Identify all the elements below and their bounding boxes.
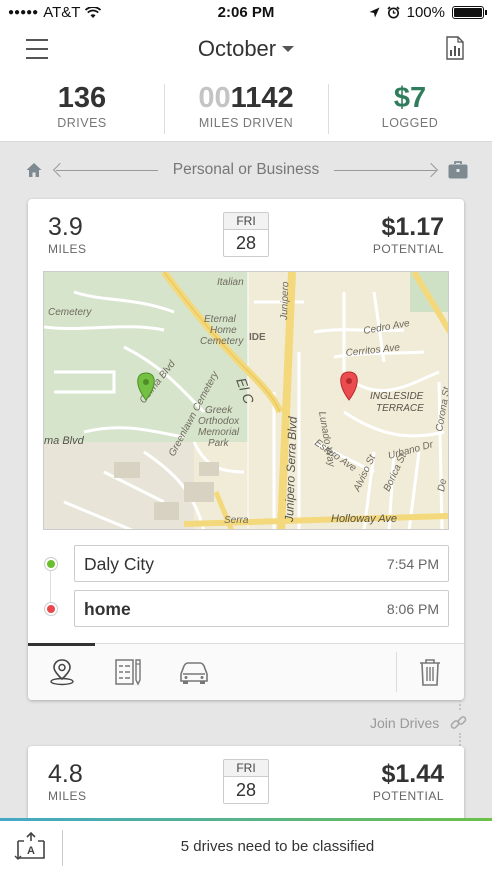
home-icon <box>26 163 42 177</box>
drive-weekday: FRI <box>224 760 268 777</box>
drive-potential-label: POTENTIAL <box>372 789 444 803</box>
map-label: De <box>436 478 449 493</box>
briefcase-icon <box>448 161 468 179</box>
start-time: 7:54 PM <box>386 556 439 572</box>
end-dot-icon <box>45 603 57 615</box>
map-label: Italian <box>217 277 244 288</box>
arrow-left-line <box>56 170 158 171</box>
logged-label: LOGGED <box>381 116 439 130</box>
drive-potential-label: POTENTIAL <box>372 242 444 256</box>
map-label: Cemetery <box>48 307 92 318</box>
battery-icon <box>452 6 487 19</box>
classify-banner[interactable]: A 5 drives need to be classified <box>0 818 492 875</box>
drive-miles-unit: MILES <box>48 242 87 256</box>
drives-stat[interactable]: 136 DRIVES <box>0 72 164 141</box>
svg-text:A: A <box>27 845 35 857</box>
arrow-left-head <box>52 162 68 178</box>
month-label: October <box>197 36 277 61</box>
map-label: Park <box>208 438 230 449</box>
drive-potential: $1.17 POTENTIAL <box>373 213 444 256</box>
drive-date: FRI 28 <box>223 212 269 257</box>
car-icon[interactable] <box>178 658 210 686</box>
miles-stat[interactable]: 001142 MILES DRIVEN <box>164 72 328 141</box>
map-label: Junipero <box>279 281 291 321</box>
report-icon[interactable] <box>446 36 464 60</box>
trash-icon[interactable] <box>414 658 446 686</box>
drive-potential: $1.44 POTENTIAL <box>373 760 444 803</box>
drive-day-number: 28 <box>235 780 257 800</box>
miles-count-value: 1142 <box>230 82 294 114</box>
start-location-name: Daly City <box>84 554 155 574</box>
miles-count-leading: 00 <box>198 82 231 114</box>
join-drives-link[interactable]: Join Drives <box>370 715 439 731</box>
drive-miles-unit: MILES <box>48 789 87 803</box>
drive-card[interactable]: 3.9 MILES FRI 28 $1.17 POTENTIAL Cemeter… <box>28 199 464 700</box>
drive-weekday: FRI <box>224 213 268 230</box>
notes-icon[interactable] <box>112 658 144 686</box>
banner-accent-line <box>0 818 492 821</box>
route-map[interactable]: Cemetery Italian Eternal Home Cemetery C… <box>43 271 449 530</box>
drive-miles: 3.9 MILES <box>48 213 87 256</box>
drive-date: FRI 28 <box>223 759 269 804</box>
map-label: Eternal <box>204 314 236 325</box>
map-label: Serra <box>224 515 249 526</box>
drives-count: 136 <box>57 82 107 114</box>
end-location-name: home <box>84 599 131 619</box>
drive-miles-value: 3.9 <box>48 213 83 241</box>
map-label: Cemetery <box>200 336 244 347</box>
miles-count: 001142 <box>164 82 328 114</box>
classify-hint-text: Personal or Business <box>172 161 320 178</box>
map-label: INGLESIDE <box>370 391 424 402</box>
logged-stat[interactable]: $7 LOGGED <box>328 72 492 141</box>
drive-toolbar <box>28 643 464 700</box>
start-dot-icon <box>45 558 57 570</box>
nav-bar: October <box>0 26 492 72</box>
join-connector-bottom <box>459 733 461 746</box>
classify-hint-row: Personal or Business <box>0 160 492 182</box>
battery-percent: 100% <box>406 4 445 21</box>
stats-summary: 136 DRIVES 001142 MILES DRIVEN $7 LOGGED <box>0 72 492 142</box>
map-label: ma Blvd <box>44 435 85 447</box>
active-tab-indicator <box>28 643 95 646</box>
link-icon[interactable] <box>449 713 469 733</box>
map-label: Holloway Ave <box>331 513 397 525</box>
map-label: Home <box>210 325 237 336</box>
route-connector <box>50 570 51 603</box>
drive-miles: 4.8 MILES <box>48 760 87 803</box>
map-pin-icon[interactable] <box>46 658 78 686</box>
join-connector-top <box>459 700 461 710</box>
status-right: 100% <box>369 4 487 21</box>
drive-day-number: 28 <box>235 233 257 253</box>
arrow-right-line <box>334 170 436 171</box>
drive-potential-value: $1.17 <box>381 213 444 241</box>
drive-miles-value: 4.8 <box>48 760 83 788</box>
alarm-icon <box>387 6 400 19</box>
location-arrow-icon <box>369 7 380 18</box>
caret-down-icon <box>282 45 295 52</box>
map-label: Greek <box>205 405 233 416</box>
map-label: TERRACE <box>376 403 424 414</box>
start-location[interactable]: Daly City 7:54 PM <box>74 545 449 582</box>
month-selector[interactable]: October <box>0 36 492 62</box>
logged-value: $7 <box>393 82 427 114</box>
miles-label: MILES DRIVEN <box>198 116 294 130</box>
toolbar-separator <box>396 652 397 692</box>
end-time: 8:06 PM <box>386 601 439 617</box>
drive-potential-value: $1.44 <box>381 760 444 788</box>
status-bar: ●●●●● AT&T 2:06 PM 100% <box>0 0 492 26</box>
map-label: Memorial <box>198 427 240 438</box>
map-label: Orthodox <box>198 416 240 427</box>
auto-classify-icon[interactable]: A <box>12 832 50 862</box>
arrow-right-head <box>423 162 439 178</box>
drives-label: DRIVES <box>57 116 107 130</box>
map-label: IDE <box>249 332 266 343</box>
classify-banner-text: 5 drives need to be classified <box>180 838 375 855</box>
map-canvas: Cemetery Italian Eternal Home Cemetery C… <box>44 272 449 529</box>
end-location[interactable]: home 8:06 PM <box>74 590 449 627</box>
